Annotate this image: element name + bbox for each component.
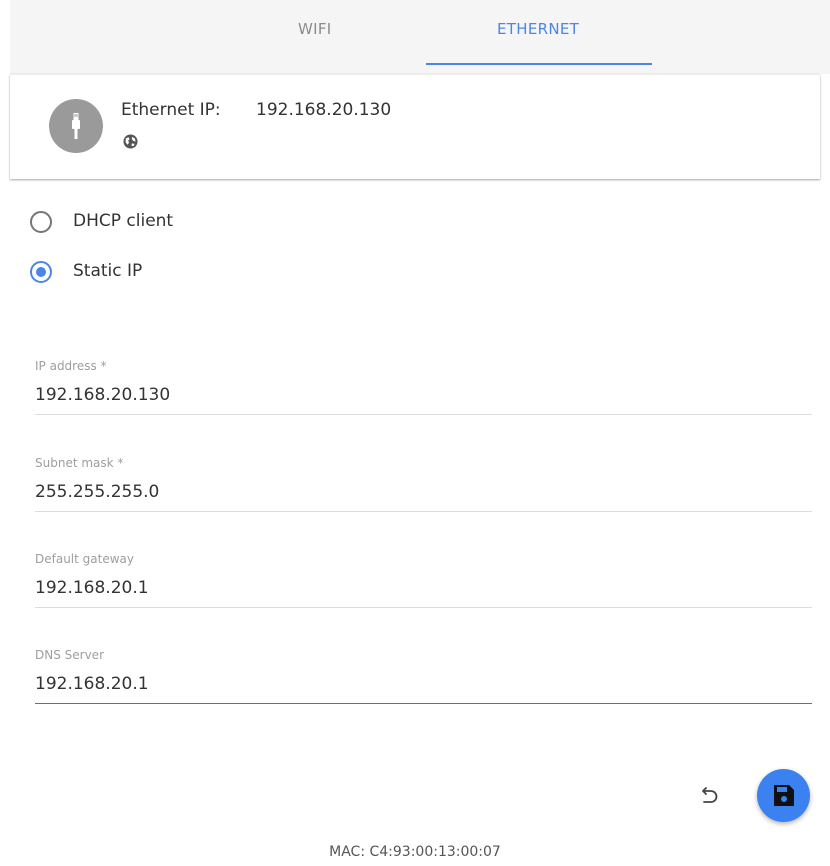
dns-server-input[interactable] <box>35 670 812 698</box>
default-gateway-input[interactable] <box>35 574 812 602</box>
dns-server-label: DNS Server <box>35 648 104 662</box>
radio-static-label: Static IP <box>73 261 143 281</box>
ip-address-input[interactable] <box>35 381 812 409</box>
radio-button-checked[interactable] <box>30 261 52 283</box>
ip-address-field: IP address * <box>35 359 812 431</box>
ip-address-label: IP address * <box>35 359 107 373</box>
subnet-mask-label: Subnet mask * <box>35 456 124 470</box>
tab-bar: WIFI ETHERNET <box>10 0 830 74</box>
ethernet-status-card: Ethernet IP: 192.168.20.130 <box>10 74 820 179</box>
globe-icon <box>123 134 138 149</box>
save-button[interactable] <box>757 769 810 822</box>
radio-dhcp-label: DHCP client <box>73 211 174 231</box>
active-tab-indicator <box>426 63 652 65</box>
default-gateway-underline <box>35 607 812 608</box>
subnet-mask-field: Subnet mask * <box>35 456 812 528</box>
dns-server-underline <box>35 703 812 704</box>
dns-server-field: DNS Server <box>35 648 812 720</box>
network-settings-page: WIFI ETHERNET Ethernet IP: 192.168.20.13… <box>0 0 830 866</box>
subnet-mask-underline <box>35 511 812 512</box>
mac-address: MAC: C4:93:00:13:00:07 <box>329 844 501 860</box>
default-gateway-field: Default gateway <box>35 552 812 624</box>
ip-address-underline <box>35 414 812 415</box>
floppy-disk-icon <box>774 785 794 806</box>
tab-wifi[interactable]: WIFI <box>298 20 332 38</box>
undo-icon <box>702 787 718 803</box>
ethernet-plug-icon <box>49 99 103 153</box>
ethernet-ip-value: 192.168.20.130 <box>256 100 392 120</box>
default-gateway-label: Default gateway <box>35 552 134 566</box>
undo-button[interactable] <box>694 780 726 812</box>
tab-ethernet[interactable]: ETHERNET <box>497 20 579 38</box>
ethernet-ip-label: Ethernet IP: <box>121 100 221 120</box>
radio-selected-dot <box>36 267 46 277</box>
radio-button-unchecked[interactable] <box>30 211 52 233</box>
subnet-mask-input[interactable] <box>35 478 812 506</box>
